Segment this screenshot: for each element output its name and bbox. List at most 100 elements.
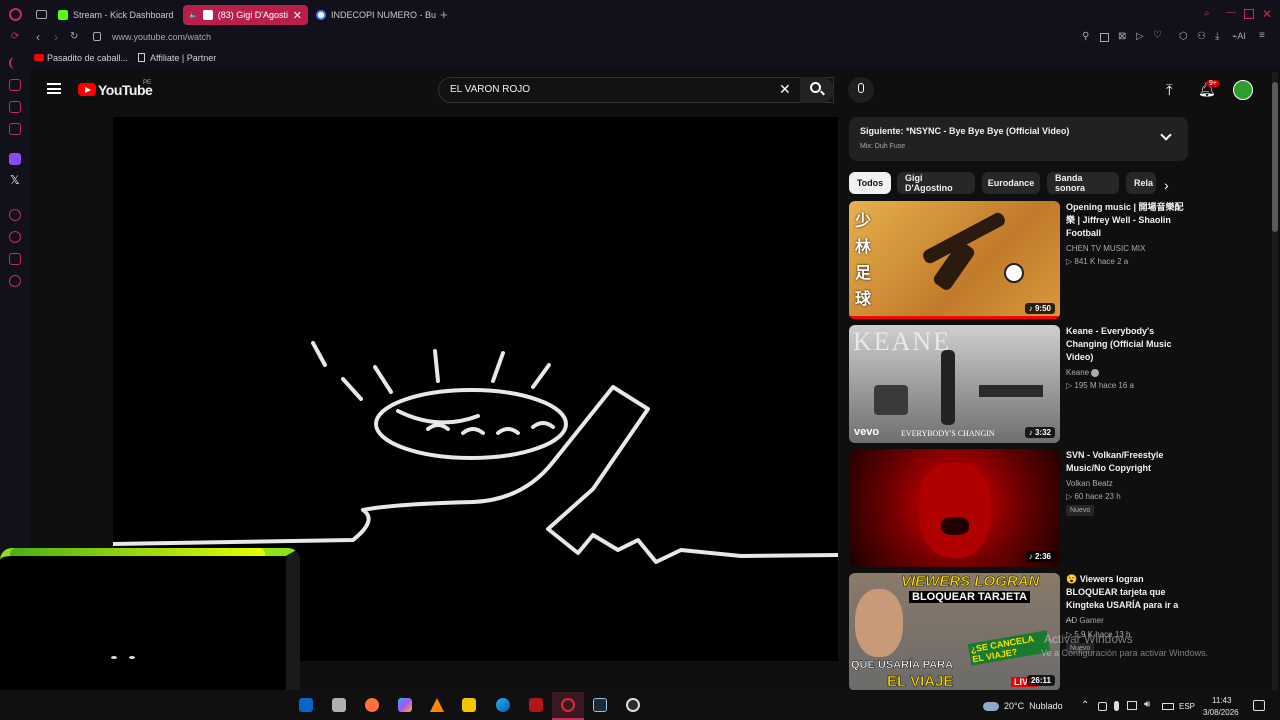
thumb-headline-1: VIEWERS LOGRAN [901,573,1040,590]
video-title[interactable]: Opening music | 開場音樂配樂 | Jiffrey Well - … [1066,201,1188,240]
sidebar-messenger-icon[interactable] [9,101,21,113]
minimize-window-icon[interactable]: — [1226,8,1236,18]
page-scrollbar[interactable] [1272,72,1278,690]
hamburger-menu-icon[interactable] [47,83,61,94]
chips-next-icon[interactable]: › [1164,177,1169,193]
sidebar-extension-icon[interactable] [9,123,21,135]
copilot-icon[interactable] [398,698,412,712]
tab-indecopi-search[interactable]: INDECOPI NUMERO - Busc [310,5,436,25]
video-title[interactable]: SVN - Volkan/Freestyle Music/No Copyrigh… [1066,449,1188,475]
outlook-icon[interactable] [299,698,313,712]
sidebar-player-icon[interactable] [9,209,21,221]
tab-youtube-active[interactable]: 🔈 (83) Gigi D'Agostin ✕ [183,5,308,25]
video-thumbnail[interactable]: VIEWERS LOGRAN BLOQUEAR TARJETA ¿SE CANC… [849,573,1060,691]
chip-related[interactable]: Rela [1126,172,1156,194]
download-icon[interactable]: ⤓ [1215,32,1219,42]
video-channel[interactable]: CHEN TV MUSIC MIX [1066,242,1188,255]
sidebar-history-icon[interactable] [9,231,21,243]
close-tab-icon[interactable]: ✕ [293,9,302,22]
video-stats: ▷ 195 M hace 16 a [1066,381,1134,390]
search-tabs-icon[interactable]: ⌕ [1204,9,1210,19]
video-title[interactable]: Keane - Everybody's Changing (Official M… [1066,325,1188,364]
calendar-app-icon[interactable] [462,698,476,712]
edge-icon[interactable] [496,698,510,712]
video-thumbnail[interactable]: 少 林 足 球 ♪ 9:50 [849,201,1060,319]
microphone-tray-icon[interactable] [1114,701,1119,711]
demon-mouth [941,517,969,535]
pin-icon[interactable]: ⚲ [1082,32,1089,42]
obs-icon[interactable] [626,698,640,712]
close-window-icon[interactable]: ✕ [1262,8,1272,20]
url-field[interactable]: www.youtube.com/watch [112,32,211,42]
up-next-panel[interactable]: Siguiente: *NSYNC - Bye Bye Bye (Officia… [849,117,1188,161]
chip-eurodance[interactable]: Eurodance [982,172,1040,194]
bookmark-affiliate[interactable]: Affiliate | Partner [150,53,216,63]
volume-icon[interactable]: 🔊︎ [1144,699,1150,710]
clock-time[interactable]: 11:43 [1212,696,1231,705]
menu-icon[interactable]: ≡ [1259,31,1265,41]
search-box[interactable]: EL VARON ROJO ✕ [438,77,834,103]
tray-app-icon[interactable] [1098,702,1107,711]
opera-logo-icon[interactable] [9,8,22,21]
sidebar-arrow-icon[interactable] [9,57,21,69]
avatar[interactable] [1233,80,1253,100]
tab-kick-dashboard[interactable]: Stream - Kick Dashboard [52,5,180,25]
reload-icon[interactable]: ↻ [70,32,78,42]
bookmark-pasadito[interactable]: Pasadito de caball... [47,53,128,63]
new-tab-icon[interactable]: + [440,8,448,21]
chip-banda-sonora[interactable]: Banda sonora [1047,172,1119,194]
weather-text[interactable]: 20°C Nublado [1004,701,1063,711]
sidebar-twitch-icon[interactable] [9,153,21,165]
language-indicator[interactable]: ESP [1179,702,1195,711]
player-icon[interactable]: ▷ [1136,32,1144,42]
steam-icon[interactable] [593,698,607,712]
thumb-headline-4: EL VIAJE [887,673,954,691]
video-channel[interactable]: AD Gamer [1066,614,1188,627]
firefox-icon[interactable] [365,698,379,712]
file-explorer-icon[interactable] [332,698,346,712]
extensions-icon[interactable]: ⬡ [1179,32,1188,42]
video-thumbnail[interactable]: ♪ 2:36 [849,449,1060,567]
forward-icon[interactable]: › [54,31,58,43]
notification-center-icon[interactable] [1253,700,1265,711]
heart-icon[interactable]: ♡ [1153,31,1162,41]
search-input[interactable]: EL VARON ROJO [450,84,530,95]
video-channel[interactable]: Keane [1066,366,1188,379]
sidebar-x-icon[interactable]: 𝕏 [10,173,20,187]
video-channel[interactable]: Volkan Beatz [1066,477,1188,490]
tab-label: INDECOPI NUMERO - Busc [331,10,436,20]
voice-search-button[interactable] [848,77,874,103]
upload-icon[interactable]: ⤒ [1166,82,1173,99]
clear-search-icon[interactable]: ✕ [779,81,791,98]
youtube-logo-icon[interactable] [78,83,96,96]
sidebar-settings-icon[interactable] [9,275,21,287]
video-thumbnail[interactable]: KEANE vevo EVERYBODY'S CHANGIN ♪ 3:32 [849,325,1060,443]
tray-expand-icon[interactable]: ⌃ [1081,700,1089,711]
thumb-headline-3: QUE USARÍA PARA [851,659,954,671]
drummer-figure [874,385,908,415]
chip-gigi-dagostino[interactable]: Gigi D'Agostino [897,172,975,194]
aria-ai-icon[interactable]: ⌁AI [1232,32,1246,41]
search-button[interactable] [800,77,834,103]
chevron-down-icon[interactable] [1160,129,1172,141]
sidebar-cube-icon[interactable] [9,253,21,265]
browser-tab-bar: Stream - Kick Dashboard 🔈 (83) Gigi D'Ag… [0,0,1280,29]
back-icon[interactable]: ‹ [36,31,40,43]
network-icon[interactable] [1127,701,1137,710]
weather-icon[interactable] [983,702,999,711]
opera-taskbar-button[interactable] [552,692,584,720]
tab-manager-icon[interactable] [36,10,47,19]
adblock-icon[interactable]: ⊠ [1118,32,1126,42]
wallet-icon[interactable]: ⚇ [1197,32,1206,42]
scrollbar-thumb[interactable] [1272,82,1278,232]
snapshot-icon[interactable] [1100,33,1109,42]
battery-icon[interactable] [1162,703,1174,710]
dota-icon[interactable] [529,698,543,712]
vlc-icon[interactable] [430,698,444,712]
clock-date[interactable]: 3/08/2026 [1203,708,1239,717]
sidebar-briefcase-icon[interactable] [9,79,21,91]
audio-playing-icon[interactable]: 🔈 [189,11,198,19]
maximize-window-icon[interactable] [1244,9,1254,19]
sync-icon[interactable]: ⟳ [11,32,19,42]
chip-todos[interactable]: Todos [849,172,891,194]
